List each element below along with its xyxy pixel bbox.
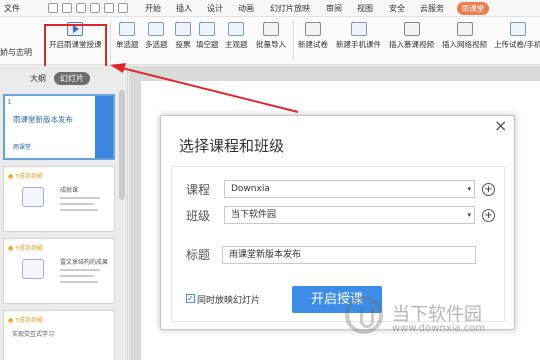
watermark-url: www.downxia.com [392, 323, 486, 334]
watermark-logo-icon [345, 296, 383, 334]
